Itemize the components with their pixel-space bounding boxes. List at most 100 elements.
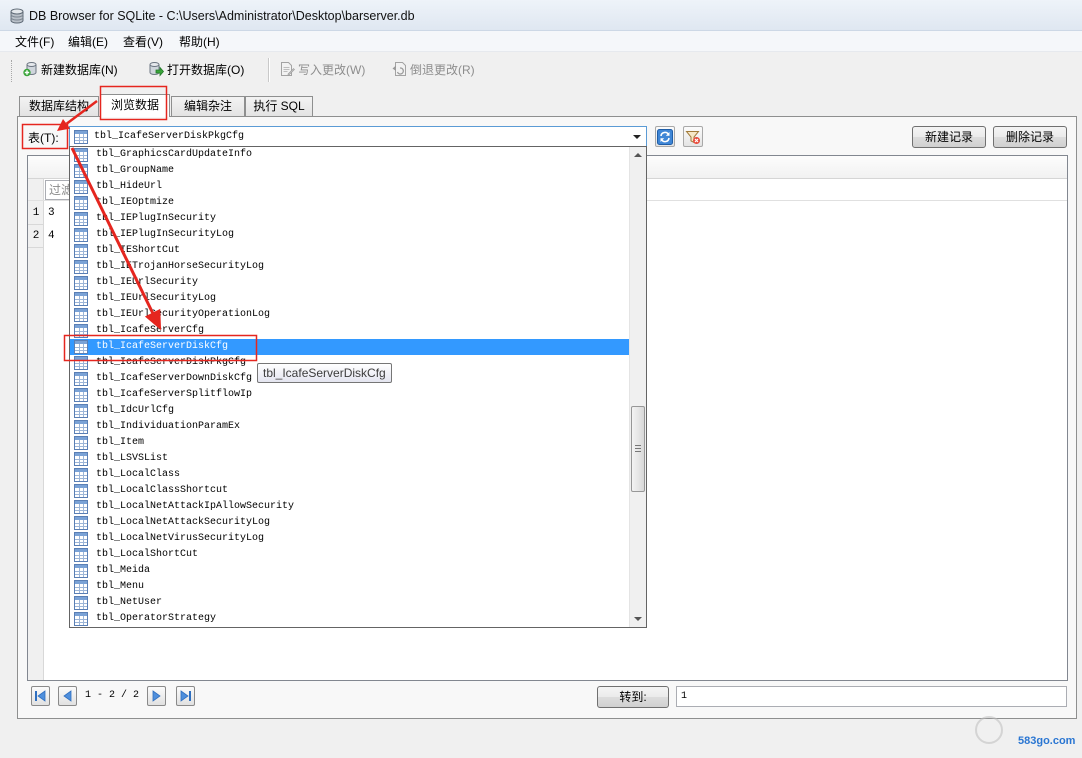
dropdown-scrollbar[interactable] xyxy=(629,147,646,627)
dropdown-item-label: tbl_LocalClass xyxy=(96,469,181,480)
row-number[interactable]: 2 xyxy=(28,225,44,248)
item-tooltip: tbl_IcafeServerDiskCfg xyxy=(257,363,392,383)
dropdown-item-label: tbl_IEUrlSecurityLog xyxy=(96,293,217,304)
dropdown-item[interactable]: tbl_IdcUrlCfg xyxy=(70,403,629,419)
dropdown-item[interactable]: tbl_LSVSList xyxy=(70,451,629,467)
dropdown-item[interactable]: tbl_IETrojanHorseSecurityLog xyxy=(70,259,629,275)
dropdown-item[interactable]: tbl_Menu xyxy=(70,579,629,595)
dropdown-item[interactable]: tbl_IndividuationParamEx xyxy=(70,419,629,435)
dropdown-item-label: tbl_IEShortCut xyxy=(96,245,181,256)
dropdown-item-label: tbl_LocalNetAttackSecurityLog xyxy=(96,517,271,528)
dropdown-item-label: tbl_IETrojanHorseSecurityLog xyxy=(96,261,265,272)
dropdown-item[interactable]: tbl_IEOptmize xyxy=(70,195,629,211)
dropdown-item[interactable]: tbl_IEUrlSecurityLog xyxy=(70,291,629,307)
write-changes-label: 写入更改(W) xyxy=(298,62,366,77)
dropdown-item[interactable]: tbl_GroupName xyxy=(70,163,629,179)
dropdown-item[interactable]: tbl_LocalClassShortcut xyxy=(70,483,629,499)
table-icon xyxy=(74,532,88,546)
table-icon xyxy=(74,180,88,194)
chevron-down-icon[interactable] xyxy=(629,127,646,146)
dropdown-item-label: tbl_IcafeServerDownDiskCfg xyxy=(96,373,253,384)
next-page-button[interactable] xyxy=(147,686,166,706)
dropdown-item[interactable]: tbl_IEPlugInSecurityLog xyxy=(70,227,629,243)
tab-browse-data[interactable]: 浏览数据 xyxy=(100,94,170,117)
table-icon xyxy=(74,308,88,322)
goto-row-input[interactable]: 1 xyxy=(676,686,1067,707)
dropdown-item-label: tbl_IcafeServerDiskPkgCfg xyxy=(96,357,247,368)
row-number[interactable]: 1 xyxy=(28,202,44,225)
dropdown-item-label: tbl_Item xyxy=(96,437,145,448)
table-icon xyxy=(74,324,88,338)
dropdown-item[interactable]: tbl_IEPlugInSecurity xyxy=(70,211,629,227)
table-icon xyxy=(74,452,88,466)
selected-table-value: tbl_IcafeServerDiskPkgCfg xyxy=(94,131,245,142)
scroll-up-button[interactable] xyxy=(630,147,646,163)
dropdown-item[interactable]: tbl_LocalClass xyxy=(70,467,629,483)
toolbar-handle[interactable] xyxy=(11,60,14,82)
table-icon xyxy=(74,420,88,434)
previous-page-button[interactable] xyxy=(58,686,77,706)
revert-changes-label: 倒退更改(R) xyxy=(410,62,475,77)
table-icon xyxy=(74,276,88,290)
dropdown-item[interactable]: tbl_HideUrl xyxy=(70,179,629,195)
dropdown-item[interactable]: tbl_OperatorStrategy xyxy=(70,611,629,627)
new-record-button[interactable]: 新建记录 xyxy=(912,126,986,148)
menu-edit[interactable]: 编辑(E) xyxy=(68,34,108,50)
table-icon xyxy=(74,612,88,626)
open-database-button[interactable]: 打开数据库(O) xyxy=(148,58,244,80)
dropdown-item[interactable]: tbl_LocalNetAttackSecurityLog xyxy=(70,515,629,531)
cell-value[interactable]: 4 xyxy=(48,225,55,248)
menu-help[interactable]: 帮助(H) xyxy=(179,34,220,50)
dropdown-item[interactable]: tbl_LocalShortCut xyxy=(70,547,629,563)
table-icon xyxy=(74,404,88,418)
goto-button[interactable]: 转到: xyxy=(597,686,669,708)
clear-filters-button[interactable] xyxy=(683,126,703,147)
dropdown-item-label: tbl_NetUser xyxy=(96,597,163,608)
window-title: DB Browser for SQLite - C:\Users\Adminis… xyxy=(29,9,415,23)
table-icon xyxy=(74,130,88,144)
table-icon xyxy=(74,292,88,306)
scroll-down-button[interactable] xyxy=(630,611,646,627)
table-icon xyxy=(74,484,88,498)
table-icon xyxy=(74,516,88,530)
refresh-button[interactable] xyxy=(655,126,675,147)
tab-database-structure[interactable]: 数据库结构 xyxy=(19,96,99,117)
table-icon xyxy=(74,564,88,578)
toolbar-separator xyxy=(268,58,270,82)
scroll-thumb[interactable] xyxy=(631,405,645,492)
write-changes-button[interactable]: 写入更改(W) xyxy=(279,58,365,80)
first-page-button[interactable] xyxy=(31,686,50,706)
dropdown-item[interactable]: tbl_Item xyxy=(70,435,629,451)
revert-changes-button[interactable]: 倒退更改(R) xyxy=(391,58,475,80)
dropdown-item[interactable]: tbl_IcafeServerSplitflowIp xyxy=(70,387,629,403)
table-icon xyxy=(74,500,88,514)
dropdown-item-highlighted[interactable]: tbl_IcafeServerDiskCfg xyxy=(70,339,629,355)
dropdown-item[interactable]: tbl_Meida xyxy=(70,563,629,579)
new-database-button[interactable]: 新建数据库(N) xyxy=(22,58,118,80)
dropdown-items: tbl_GraphicsCardUpdateInfo tbl_GroupNamet… xyxy=(70,147,630,627)
dropdown-item[interactable]: tbl_NetUser xyxy=(70,595,629,611)
delete-record-button[interactable]: 删除记录 xyxy=(993,126,1067,148)
dropdown-item[interactable]: tbl_IEShortCut xyxy=(70,243,629,259)
dropdown-item[interactable]: tbl_LocalNetAttackIpAllowSecurity xyxy=(70,499,629,515)
dropdown-item[interactable]: tbl_GraphicsCardUpdateInfo xyxy=(70,147,629,163)
table-select[interactable]: tbl_IcafeServerDiskPkgCfg xyxy=(69,126,647,147)
menu-view[interactable]: 查看(V) xyxy=(123,34,163,50)
last-page-button[interactable] xyxy=(176,686,195,706)
dropdown-item-label: tbl_IEUrlSecurity xyxy=(96,277,199,288)
dropdown-item[interactable]: tbl_IcafeServerCfg xyxy=(70,323,629,339)
cell-value[interactable]: 3 xyxy=(48,202,55,225)
dropdown-item-label: tbl_GraphicsCardUpdateInfo xyxy=(96,149,253,160)
dropdown-item[interactable]: tbl_LocalNetVirusSecurityLog xyxy=(70,531,629,547)
menu-bar: 文件(F) 编辑(E) 查看(V) 帮助(H) xyxy=(0,31,1082,52)
dropdown-item-label: tbl_IcafeServerCfg xyxy=(96,325,205,336)
tab-edit-pragmas[interactable]: 编辑杂注 xyxy=(171,96,245,117)
tab-execute-sql[interactable]: 执行 SQL xyxy=(245,96,313,117)
dropdown-item[interactable]: tbl_IEUrlSecurityOperationLog xyxy=(70,307,629,323)
dropdown-item-label: tbl_IEPlugInSecurityLog xyxy=(96,229,235,240)
dropdown-item-label: tbl_Meida xyxy=(96,565,151,576)
dropdown-item-label: tbl_HideUrl xyxy=(96,181,163,192)
table-dropdown-list[interactable]: tbl_GraphicsCardUpdateInfo tbl_GroupNamet… xyxy=(69,146,647,628)
menu-file[interactable]: 文件(F) xyxy=(15,34,54,50)
dropdown-item[interactable]: tbl_IEUrlSecurity xyxy=(70,275,629,291)
